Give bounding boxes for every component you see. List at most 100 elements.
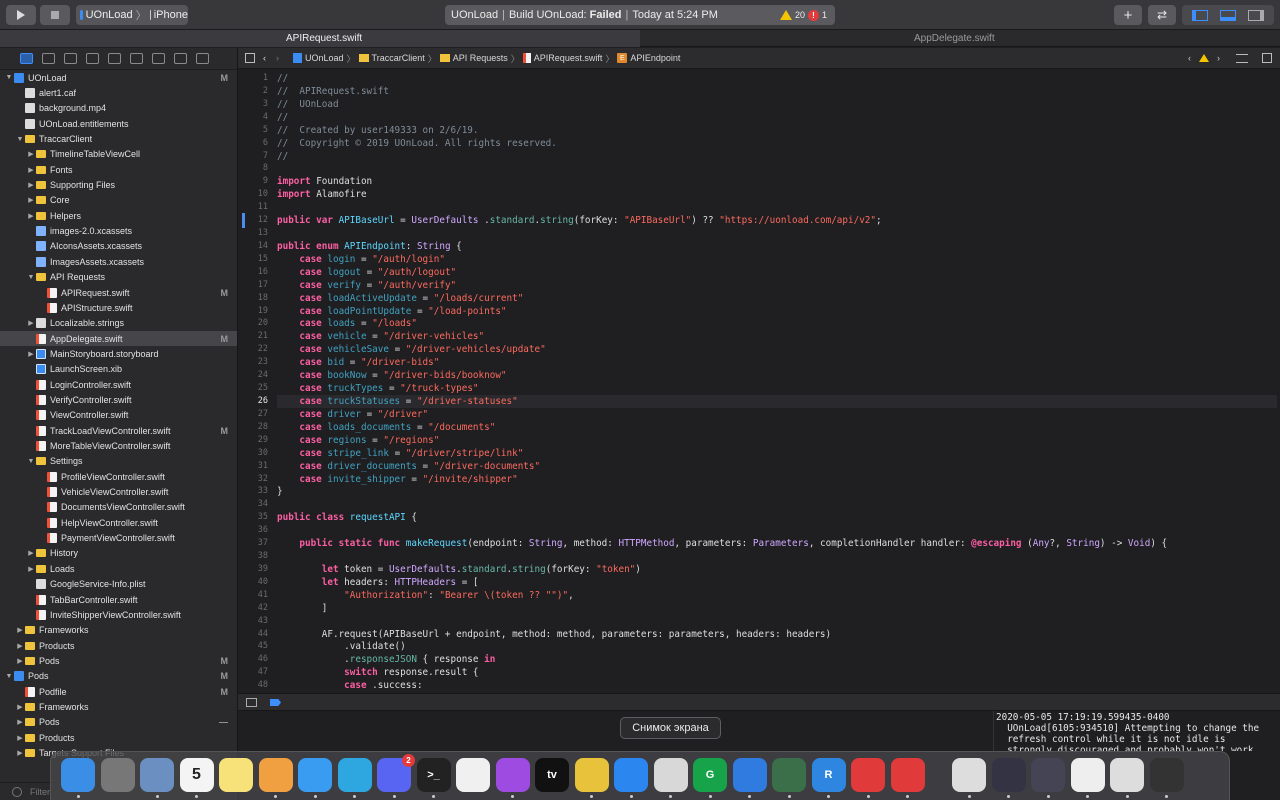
disclosure-closed-icon[interactable]: ▶ <box>15 642 25 650</box>
source-change-indicator[interactable] <box>242 213 245 229</box>
find-icon[interactable] <box>86 53 99 64</box>
tree-item[interactable]: Podfile M <box>0 684 237 699</box>
code-review-button[interactable]: ⇄ <box>1148 5 1176 25</box>
window-thumb-3-icon[interactable] <box>1070 758 1105 792</box>
disclosure-closed-icon[interactable]: ▶ <box>26 166 36 174</box>
disclosure-closed-icon[interactable]: ▶ <box>26 549 36 557</box>
report-icon[interactable] <box>196 53 209 64</box>
tab-apirequest[interactable]: APIRequest.swift <box>0 30 640 47</box>
tree-item[interactable]: ▼ Settings <box>0 454 237 469</box>
disclosure-closed-icon[interactable]: ▶ <box>26 181 36 189</box>
disclosure-open-icon[interactable]: ▼ <box>4 673 14 680</box>
tree-item[interactable]: MoreTableViewController.swift <box>0 438 237 453</box>
activity-status[interactable]: UOnLoad | Build UOnLoad: Failed | Today … <box>445 5 835 25</box>
tree-item[interactable]: ▼ TraccarClient <box>0 131 237 146</box>
document-icon[interactable] <box>952 758 986 792</box>
android-studio-icon[interactable] <box>772 758 806 792</box>
tree-item[interactable]: ▶ MainStoryboard.storyboard <box>0 346 237 361</box>
tree-item[interactable]: LaunchScreen.xib <box>0 362 237 377</box>
tree-item[interactable]: alert1.caf <box>0 85 237 100</box>
tree-item[interactable]: PaymentViewController.swift <box>0 531 237 546</box>
source-control-icon[interactable] <box>42 53 55 64</box>
appstore-icon[interactable] <box>614 758 648 792</box>
disclosure-closed-icon[interactable]: ▶ <box>26 212 36 220</box>
disclosure-closed-icon[interactable]: ▶ <box>15 626 25 634</box>
music-icon[interactable] <box>456 758 490 792</box>
jumpbar-project[interactable]: UOnLoad <box>293 53 344 63</box>
rider-icon[interactable]: R <box>811 758 846 792</box>
toggle-debug-icon[interactable] <box>1220 9 1236 21</box>
window-thumb-2-icon[interactable] <box>1031 758 1065 792</box>
screenshot-icon[interactable] <box>653 758 688 792</box>
tree-item[interactable]: ▶ Core <box>0 193 237 208</box>
messages-icon[interactable] <box>298 758 332 792</box>
next-issue-icon[interactable]: › <box>1217 53 1220 63</box>
stop-button[interactable] <box>40 5 70 25</box>
breakpoint-icon[interactable] <box>174 53 187 64</box>
prev-issue-icon[interactable]: ‹ <box>1188 53 1191 63</box>
tree-item[interactable]: ▶ Frameworks <box>0 623 237 638</box>
tree-item[interactable]: VerifyController.swift <box>0 392 237 407</box>
tree-item[interactable]: TabBarController.swift <box>0 592 237 607</box>
tree-item[interactable]: GoogleService-Info.plist <box>0 577 237 592</box>
terminal-icon[interactable]: >_ <box>416 758 451 792</box>
disclosure-closed-icon[interactable]: ▶ <box>15 734 25 742</box>
tree-item[interactable]: ▶ History <box>0 546 237 561</box>
tree-item[interactable]: ProfileViewController.swift <box>0 469 237 484</box>
tree-item[interactable]: ImagesAssets.xcassets <box>0 254 237 269</box>
tree-item[interactable]: UOnLoad.entitlements <box>0 116 237 131</box>
jumpbar-symbol[interactable]: E APIEndpoint <box>617 53 680 63</box>
tree-item[interactable]: VehicleViewController.swift <box>0 484 237 499</box>
tree-item[interactable]: images-2.0.xcassets <box>0 224 237 239</box>
symbol-icon[interactable] <box>64 53 77 64</box>
window-thumb-5-icon[interactable] <box>1149 758 1184 792</box>
anydesk-icon[interactable] <box>851 758 885 792</box>
back-icon[interactable]: ‹ <box>263 53 266 63</box>
disclosure-closed-icon[interactable]: ▶ <box>26 319 36 327</box>
disclosure-closed-icon[interactable]: ▶ <box>15 718 25 726</box>
code-area[interactable]: 1 // 2 // APIRequest.swift 3 // UOnLoad 4 // 5 //… <box>238 69 1280 693</box>
notes-icon[interactable] <box>219 758 253 792</box>
disclosure-closed-icon[interactable]: ▶ <box>26 565 36 573</box>
hide-debug-icon[interactable] <box>246 698 257 707</box>
tab-appdelegate[interactable]: AppDelegate.swift <box>640 30 1280 47</box>
tree-item[interactable]: ▶ Helpers <box>0 208 237 223</box>
disclosure-closed-icon[interactable]: ▶ <box>15 749 25 757</box>
tree-item[interactable]: ▼ Pods M <box>0 669 237 684</box>
tree-item[interactable]: LoginController.swift <box>0 377 237 392</box>
toggle-navigator-icon[interactable] <box>1192 9 1208 21</box>
telegram-icon[interactable] <box>337 758 372 792</box>
tree-item[interactable]: ▼ UOnLoad M <box>0 70 237 85</box>
preview-icon[interactable] <box>140 758 174 792</box>
appletv-icon[interactable]: tv <box>535 758 569 792</box>
tree-item[interactable]: ▶ Products <box>0 638 237 653</box>
scheme-selector[interactable]: UOnLoad 〉 iPhone <box>76 5 188 25</box>
add-library-button[interactable]: + <box>1114 5 1142 25</box>
related-items-icon[interactable] <box>245 53 255 63</box>
console-output[interactable]: 2020-05-05 17:19:19.599435-0400 UOnLoad[… <box>993 711 1280 751</box>
debug-icon[interactable] <box>152 53 165 64</box>
discord-icon[interactable]: 2 <box>377 754 415 792</box>
tree-item[interactable]: ▶ Pods — <box>0 715 237 730</box>
run-button[interactable] <box>6 5 36 25</box>
tree-item[interactable]: ▶ Frameworks <box>0 699 237 714</box>
window-thumb-1-icon[interactable] <box>991 758 1026 792</box>
folder-icon[interactable] <box>20 53 33 64</box>
issue-counts[interactable]: 20 ! 1 <box>779 9 835 21</box>
disclosure-open-icon[interactable]: ▼ <box>26 274 36 281</box>
tree-item[interactable]: ▶ Pods M <box>0 653 237 668</box>
disclosure-open-icon[interactable]: ▼ <box>15 136 25 143</box>
anydesk2-icon[interactable] <box>890 758 925 792</box>
tree-item[interactable]: InviteShipperViewController.swift <box>0 607 237 622</box>
issue-icon[interactable] <box>108 53 121 64</box>
chrome-icon[interactable] <box>574 758 609 792</box>
toggle-inspector-icon[interactable] <box>1248 9 1264 21</box>
tree-item[interactable]: DocumentsViewController.swift <box>0 500 237 515</box>
add-editor-icon[interactable] <box>1262 53 1272 63</box>
disclosure-closed-icon[interactable]: ▶ <box>26 196 36 204</box>
calendar-icon[interactable]: 5 <box>179 758 214 792</box>
tree-item[interactable]: AppDelegate.swift M <box>0 330 237 347</box>
forward-icon[interactable]: › <box>276 53 279 63</box>
tree-item[interactable]: background.mp4 <box>0 101 237 116</box>
disclosure-closed-icon[interactable]: ▶ <box>26 150 36 158</box>
